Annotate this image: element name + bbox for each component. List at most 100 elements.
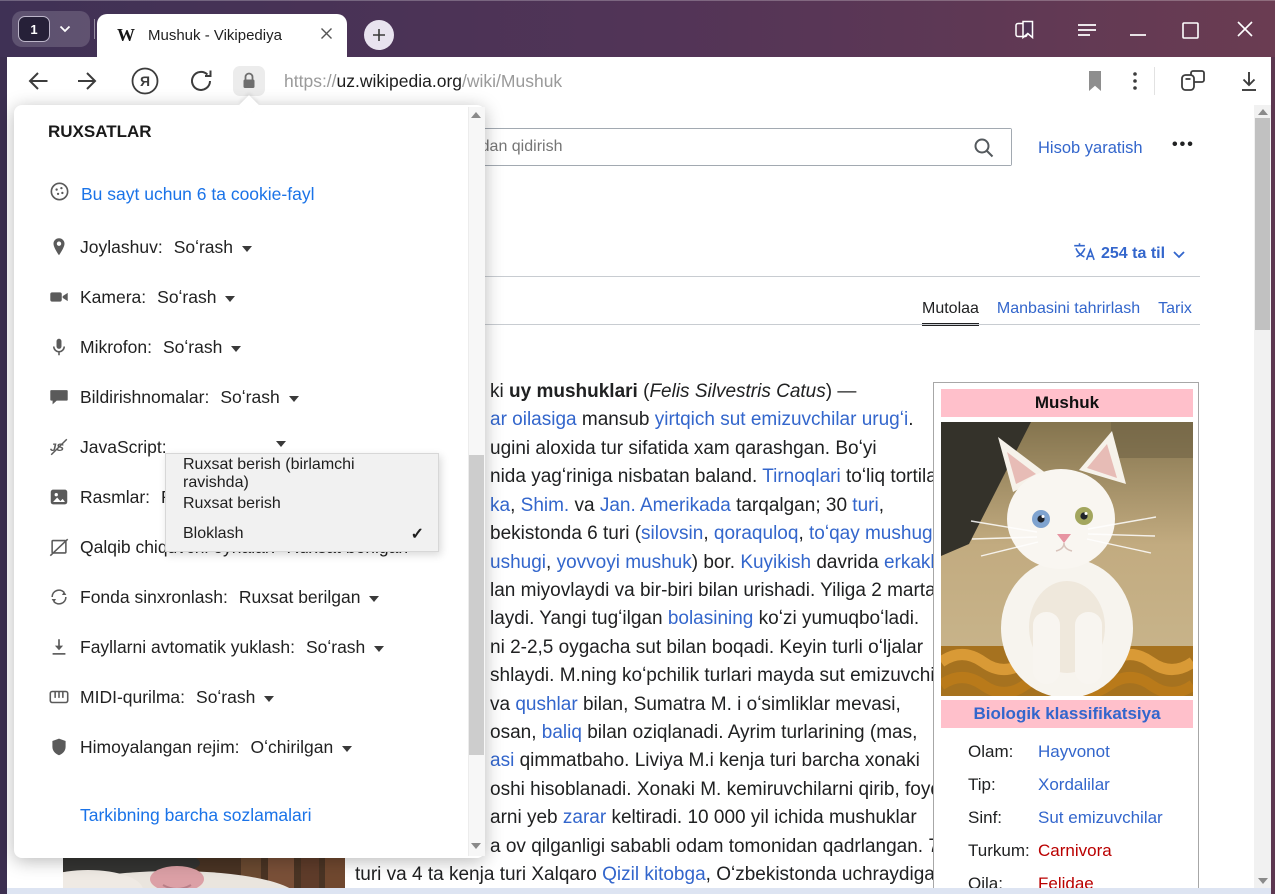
js-permission-option[interactable]: Bloklash✓ (166, 519, 438, 549)
article-link[interactable]: ar oilasiga (490, 409, 577, 430)
taxobox-value[interactable]: Sut emizuvchilar (1038, 808, 1163, 828)
permission-row: Mikrofon:Soʻrash (14, 322, 454, 372)
refresh-icon[interactable] (183, 63, 219, 99)
article-link[interactable]: yirtqich sut emizuvchilar urugʻi (655, 409, 908, 430)
article-link[interactable]: turi (852, 495, 878, 516)
article-text: ki (490, 381, 509, 402)
minimize-icon[interactable] (1126, 18, 1150, 42)
tab-close-icon[interactable] (320, 27, 333, 45)
search-icon[interactable] (972, 136, 996, 165)
option-label: Ruxsat berish (183, 495, 281, 513)
permission-dropdown[interactable]: Soʻrash (196, 687, 274, 708)
article-link[interactable]: qoraquloq (714, 523, 799, 544)
article-text: , (510, 495, 521, 516)
taxobox-row: Olam:Hayvonot (968, 735, 1194, 768)
article-link[interactable]: yovvoyi mushuk (557, 552, 692, 573)
language-selector-button[interactable]: 254 ta til (1072, 241, 1185, 266)
create-account-link[interactable]: Hisob yaratish (1038, 139, 1143, 158)
kitten-photo[interactable] (941, 422, 1193, 696)
article-line: bekistonda 6 turi (silovsin, qoraquloq, … (490, 520, 942, 547)
option-label: Bloklash (183, 525, 243, 543)
article-line: osan, baliq bilan oziqlanadi. Ayrim turl… (490, 719, 917, 746)
notification-icon (48, 386, 72, 408)
wiki-tab-tarix[interactable]: Tarix (1158, 300, 1192, 326)
article-text: Felis Silvestris Catus (649, 381, 825, 402)
article-link[interactable]: Kuyikish (740, 552, 811, 573)
page-scrollbar-thumb[interactable] (1255, 118, 1270, 330)
permission-dropdown[interactable]: Soʻrash (174, 237, 252, 258)
bookmark-icon[interactable] (1080, 66, 1110, 96)
browser-tab[interactable]: W Mushuk - Vikipediya (97, 14, 347, 57)
search-input[interactable] (396, 129, 1011, 165)
downloads-icon[interactable] (1234, 66, 1264, 96)
taxobox-label: Turkum: (968, 841, 1038, 861)
chevron-down-icon (369, 596, 379, 602)
article-link[interactable]: Tirnoqlari (762, 466, 841, 487)
permission-label: MIDI-qurilma: (80, 687, 185, 708)
address-bar[interactable]: https://uz.wikipedia.org/wiki/Mushuk (284, 69, 562, 93)
article-line: oshi hisoblanadi. Xonaki M. kemiruvchila… (490, 776, 952, 803)
taxobox-section-header[interactable]: Biologik klassifikatsiya (941, 700, 1193, 728)
taxobox-value[interactable]: Hayvonot (1038, 742, 1110, 762)
wikipedia-favicon: W (117, 25, 135, 46)
article-link[interactable]: Qizil kitobga (602, 864, 706, 885)
side-panels-icon[interactable] (1013, 18, 1037, 42)
article-link[interactable]: qushlar (515, 694, 577, 715)
wiki-tab-manbasini-tahrirlash[interactable]: Manbasini tahrirlash (997, 300, 1140, 326)
auto-download-icon (48, 636, 72, 658)
article-link[interactable]: Jan. Amerikada (600, 495, 731, 516)
maximize-icon[interactable] (1181, 21, 1200, 40)
permission-dropdown[interactable]: Soʻrash (306, 637, 384, 658)
wiki-more-menu[interactable]: ••• (1172, 136, 1195, 154)
article-link[interactable]: zarar (563, 807, 606, 828)
article-link[interactable]: toʻqay mushugi (809, 523, 937, 544)
permission-dropdown[interactable]: Soʻrash (157, 287, 235, 308)
article-link[interactable]: bolasining (668, 608, 754, 629)
cookies-link[interactable]: Bu sayt uchun 6 ta cookie-fayl (81, 184, 314, 205)
wiki-tab-mutolaa[interactable]: Mutolaa (922, 300, 979, 326)
article-text: nida yagʻriniga nisbatan baland. (490, 466, 762, 487)
permission-label: Fonda sinxronlash: (80, 587, 228, 608)
new-tab-button[interactable] (364, 20, 394, 50)
javascript-blocked-icon: JS (48, 436, 72, 458)
yandex-search-icon[interactable]: Я (127, 63, 163, 99)
permission-label: Fayllarni avtomatik yuklash: (80, 637, 295, 658)
chevron-down-icon[interactable] (59, 20, 71, 38)
site-permissions-lock-button[interactable] (233, 66, 265, 96)
password-manager-icon[interactable] (1176, 64, 1210, 98)
permission-dropdown[interactable]: Oʻchirilgan (251, 737, 353, 758)
scroll-down-icon[interactable] (1258, 878, 1268, 884)
all-content-settings-link[interactable]: Tarkibning barcha sozlamalari (80, 805, 312, 826)
article-link[interactable]: asi (490, 750, 514, 771)
scroll-up-icon[interactable] (1258, 109, 1268, 115)
more-options-icon[interactable] (1120, 66, 1150, 96)
article-link[interactable]: ka (490, 495, 510, 516)
forward-button[interactable] (72, 63, 108, 99)
article-link[interactable]: Shim. (521, 495, 570, 516)
back-button[interactable] (17, 63, 53, 99)
window-border-left (0, 57, 7, 894)
menu-icon[interactable] (1076, 19, 1098, 41)
article-text: bilan, Sumatra M. i oʻsimliklar mevasi, (578, 694, 901, 715)
panel-scrollbar-thumb[interactable] (469, 455, 484, 755)
article-link[interactable]: baliq (542, 722, 582, 743)
permission-dropdown[interactable]: Soʻrash (163, 337, 241, 358)
permission-dropdown[interactable]: Soʻrash (220, 387, 298, 408)
taxobox-value[interactable]: Carnivora (1038, 841, 1112, 861)
panel-scroll-down-icon[interactable] (471, 843, 481, 849)
js-permission-option[interactable]: Ruxsat berish (birlamchi ravishda) (166, 459, 438, 489)
permission-row: MIDI-qurilma: Soʻrash (14, 672, 454, 722)
js-permission-option[interactable]: Ruxsat berish (166, 489, 438, 519)
wiki-search-box[interactable] (395, 128, 1012, 166)
tab-group-button[interactable]: 1 (12, 11, 90, 47)
window-close-icon[interactable] (1236, 20, 1254, 38)
panel-scroll-up-icon[interactable] (471, 112, 481, 118)
article-text: bilan oziqlanadi. Ayrim turlarining (mas… (582, 722, 917, 743)
taxobox-value[interactable]: Xordalilar (1038, 775, 1110, 795)
chevron-down-icon (342, 746, 352, 752)
browser-window: 1 W Mushuk - Vikipediya (0, 0, 1275, 894)
article-text: ( (638, 381, 650, 402)
article-link[interactable]: ushugi (490, 552, 546, 573)
article-link[interactable]: silovsin (641, 523, 703, 544)
permission-dropdown[interactable]: Ruxsat berilgan (239, 587, 380, 608)
